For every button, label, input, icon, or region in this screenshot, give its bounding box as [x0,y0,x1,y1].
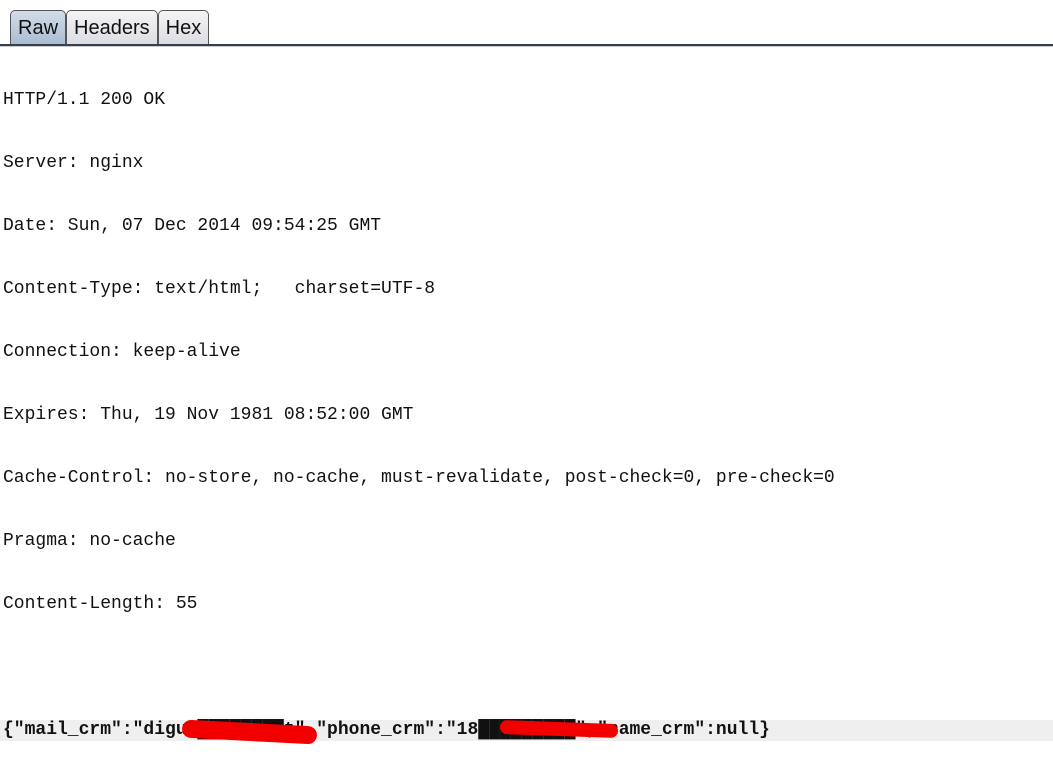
header-line: Content-Type: text/html; charset=UTF-8 [3,279,436,299]
tab-raw[interactable]: Raw [10,10,67,44]
header-line: Cache-Control: no-store, no-cache, must-… [3,468,835,488]
response-text[interactable]: HTTP/1.1 200 OK Server: nginx Date: Sun,… [0,48,1053,762]
header-line: Content-Length: 55 [3,594,198,614]
status-line: HTTP/1.1 200 OK [3,90,166,110]
header-line: Pragma: no-cache [3,531,176,551]
header-line: Expires: Thu, 19 Nov 1981 08:52:00 GMT [3,405,414,425]
header-line: Connection: keep-alive [3,342,241,362]
header-line: Server: nginx [3,153,144,173]
header-line: Date: Sun, 07 Dec 2014 09:54:25 GMT [3,216,382,236]
tab-hex[interactable]: Hex [157,10,210,44]
tab-headers[interactable]: Headers [66,10,158,44]
view-tabs: Raw Headers Hex [10,8,210,45]
json-body-line: {"mail_crm":"diguo████████t","phone_crm"… [0,719,1053,745]
tab-divider-shadow [0,46,1053,47]
json-body: {"mail_crm":"diguo████████t","phone_crm"… [3,720,770,740]
